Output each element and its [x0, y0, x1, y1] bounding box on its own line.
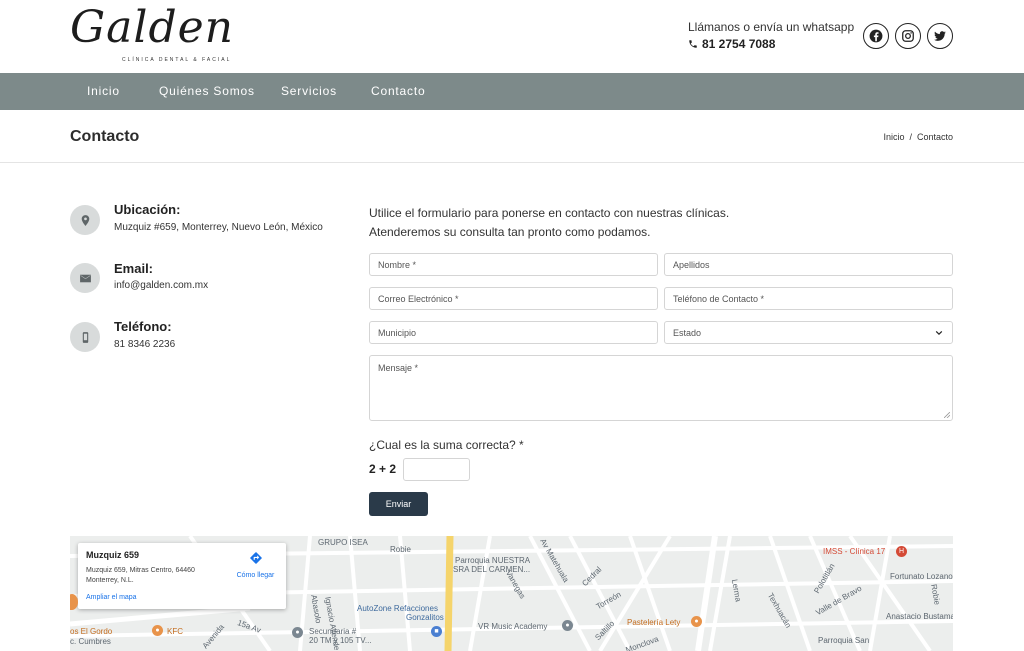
chevron-down-icon — [935, 330, 943, 336]
location-icon-badge — [70, 205, 100, 235]
map-card-title: Muzquiz 659 — [86, 550, 140, 560]
map-label-fortunato: Fortunato Lozano — [890, 572, 953, 581]
nombre-field[interactable]: Nombre * — [369, 253, 658, 276]
form-intro-line1: Utilice el formulario para ponerse en co… — [369, 206, 730, 220]
facebook-icon — [869, 29, 883, 43]
location-text: Muzquiz #659, Monterrey, Nuevo León, Méx… — [114, 222, 323, 233]
facebook-link[interactable] — [863, 23, 889, 49]
municipio-field[interactable]: Municipio — [369, 321, 658, 344]
breadcrumb-current: Contacto — [916, 132, 953, 142]
map-card-address: Muzquiz 659, Mitras Centro, 64460 Monter… — [86, 567, 195, 584]
header-contact-label: Llámanos o envía un whatsapp — [688, 20, 855, 34]
instagram-link[interactable] — [895, 23, 921, 49]
nav-item-quienes-somos[interactable]: Quiénes Somos — [159, 84, 255, 98]
restaurant-pin-icon[interactable]: ● — [152, 625, 163, 636]
estado-select[interactable]: Estado — [664, 321, 953, 344]
mobile-phone-icon — [82, 331, 88, 343]
apellidos-field[interactable]: Apellidos — [664, 253, 953, 276]
map-label-autozone: AutoZone Refacciones — [357, 604, 438, 613]
email-icon-badge — [70, 263, 100, 293]
map-label-el-gordo: os El Gordo — [70, 627, 113, 636]
instagram-icon — [902, 30, 914, 42]
map-info-card: Muzquiz 659 Muzquiz 659, Mitras Centro, … — [78, 543, 286, 609]
hospital-pin-icon[interactable]: H — [896, 546, 907, 557]
map-label-cumbres: c. Cumbres — [70, 637, 111, 646]
bakery-pin-icon[interactable]: ● — [691, 616, 702, 627]
map-label-pasteleria: Pastelería Lety — [627, 618, 681, 627]
mensaje-placeholder: Mensaje * — [378, 363, 419, 373]
breadcrumb-home[interactable]: Inicio — [883, 132, 904, 142]
embedded-map[interactable]: GRUPO ISEA Robie Parroquia NUESTRA SRA D… — [70, 536, 953, 651]
nombre-placeholder: Nombre * — [378, 259, 417, 270]
correo-field[interactable]: Correo Electrónico * — [369, 287, 658, 310]
school-pin-icon[interactable]: ● — [292, 627, 303, 638]
estado-selected-value: Estado — [673, 327, 702, 338]
page-title-bar: Contacto Inicio / Contacto — [0, 110, 1024, 163]
map-directions-button[interactable]: Cómo llegar — [228, 551, 283, 579]
phone-text[interactable]: 81 8346 2236 — [114, 339, 175, 350]
shopping-pin-icon[interactable]: ■ — [431, 626, 442, 637]
map-label-imss: IMSS - Clínica 17 — [823, 547, 886, 556]
location-title: Ubicación: — [114, 202, 181, 217]
map-label-vr-music: VR Music Academy — [478, 622, 548, 631]
logo-wordmark: Galden — [70, 2, 234, 53]
map-directions-label: Cómo llegar — [236, 572, 275, 579]
phone-icon-badge — [70, 322, 100, 352]
map-label-robie: Robie — [390, 545, 411, 554]
correo-placeholder: Correo Electrónico * — [378, 293, 459, 304]
form-intro-line2: Atenderemos su consulta tan pronto como … — [369, 225, 651, 239]
place-pin-icon[interactable]: ● — [562, 620, 573, 631]
twitter-link[interactable] — [927, 23, 953, 49]
envelope-icon — [79, 274, 91, 282]
apellidos-placeholder: Apellidos — [673, 259, 710, 270]
resize-handle-icon[interactable] — [944, 412, 950, 418]
email-title: Email: — [114, 261, 154, 276]
breadcrumb-separator: / — [909, 132, 912, 142]
header-phone-number: 81 2754 7088 — [702, 37, 776, 51]
telefono-field[interactable]: Teléfono de Contacto * — [664, 287, 953, 310]
main-nav: Inicio Quiénes Somos Servicios Contacto — [0, 73, 1024, 110]
telefono-placeholder: Teléfono de Contacto * — [673, 293, 765, 304]
map-label-parroquia-2: Parroquia San — [818, 636, 870, 645]
map-label-grupo-isea: GRUPO ISEA — [318, 538, 368, 547]
nav-item-servicios[interactable]: Servicios — [281, 84, 337, 98]
captcha-answer-input[interactable] — [403, 458, 470, 481]
header-phone[interactable]: 81 2754 7088 — [688, 37, 854, 51]
map-label-parroquia-1: Parroquia NUESTRA — [455, 556, 531, 565]
municipio-placeholder: Municipio — [378, 327, 417, 338]
location-pin-icon — [81, 214, 89, 226]
brand-logo[interactable]: Galden CLÍNICA DENTAL & FACIAL — [70, 2, 233, 64]
mensaje-textarea[interactable]: Mensaje * — [369, 355, 953, 421]
map-label-anastacio: Anastacio Bustama — [886, 612, 953, 621]
email-text[interactable]: info@galden.com.mx — [114, 280, 208, 291]
map-label-kfc: KFC — [167, 627, 183, 636]
submit-button[interactable]: Enviar — [369, 492, 428, 516]
header-contact: Llámanos o envía un whatsapp 81 2754 708… — [688, 20, 854, 51]
map-label-parroquia-1b: SRA DEL CARMEN... — [453, 565, 531, 574]
site-header: Galden CLÍNICA DENTAL & FACIAL Llámanos … — [0, 0, 1024, 73]
phone-icon — [689, 40, 697, 48]
captcha-equation: 2 + 2 — [369, 462, 397, 476]
page-title: Contacto — [70, 128, 140, 145]
map-enlarge-link[interactable]: Ampliar el mapa — [86, 594, 137, 601]
breadcrumb: Inicio / Contacto — [883, 132, 953, 142]
map-label-autozone-b: Gonzalitos — [406, 613, 444, 622]
nav-item-inicio[interactable]: Inicio — [87, 84, 120, 98]
directions-icon — [249, 552, 262, 564]
logo-subtitle: CLÍNICA DENTAL & FACIAL — [122, 57, 232, 63]
captcha-question: ¿Cual es la suma correcta? * — [369, 438, 524, 452]
phone-title: Teléfono: — [114, 319, 172, 334]
nav-item-contacto[interactable]: Contacto — [371, 84, 425, 98]
twitter-icon — [934, 31, 946, 41]
